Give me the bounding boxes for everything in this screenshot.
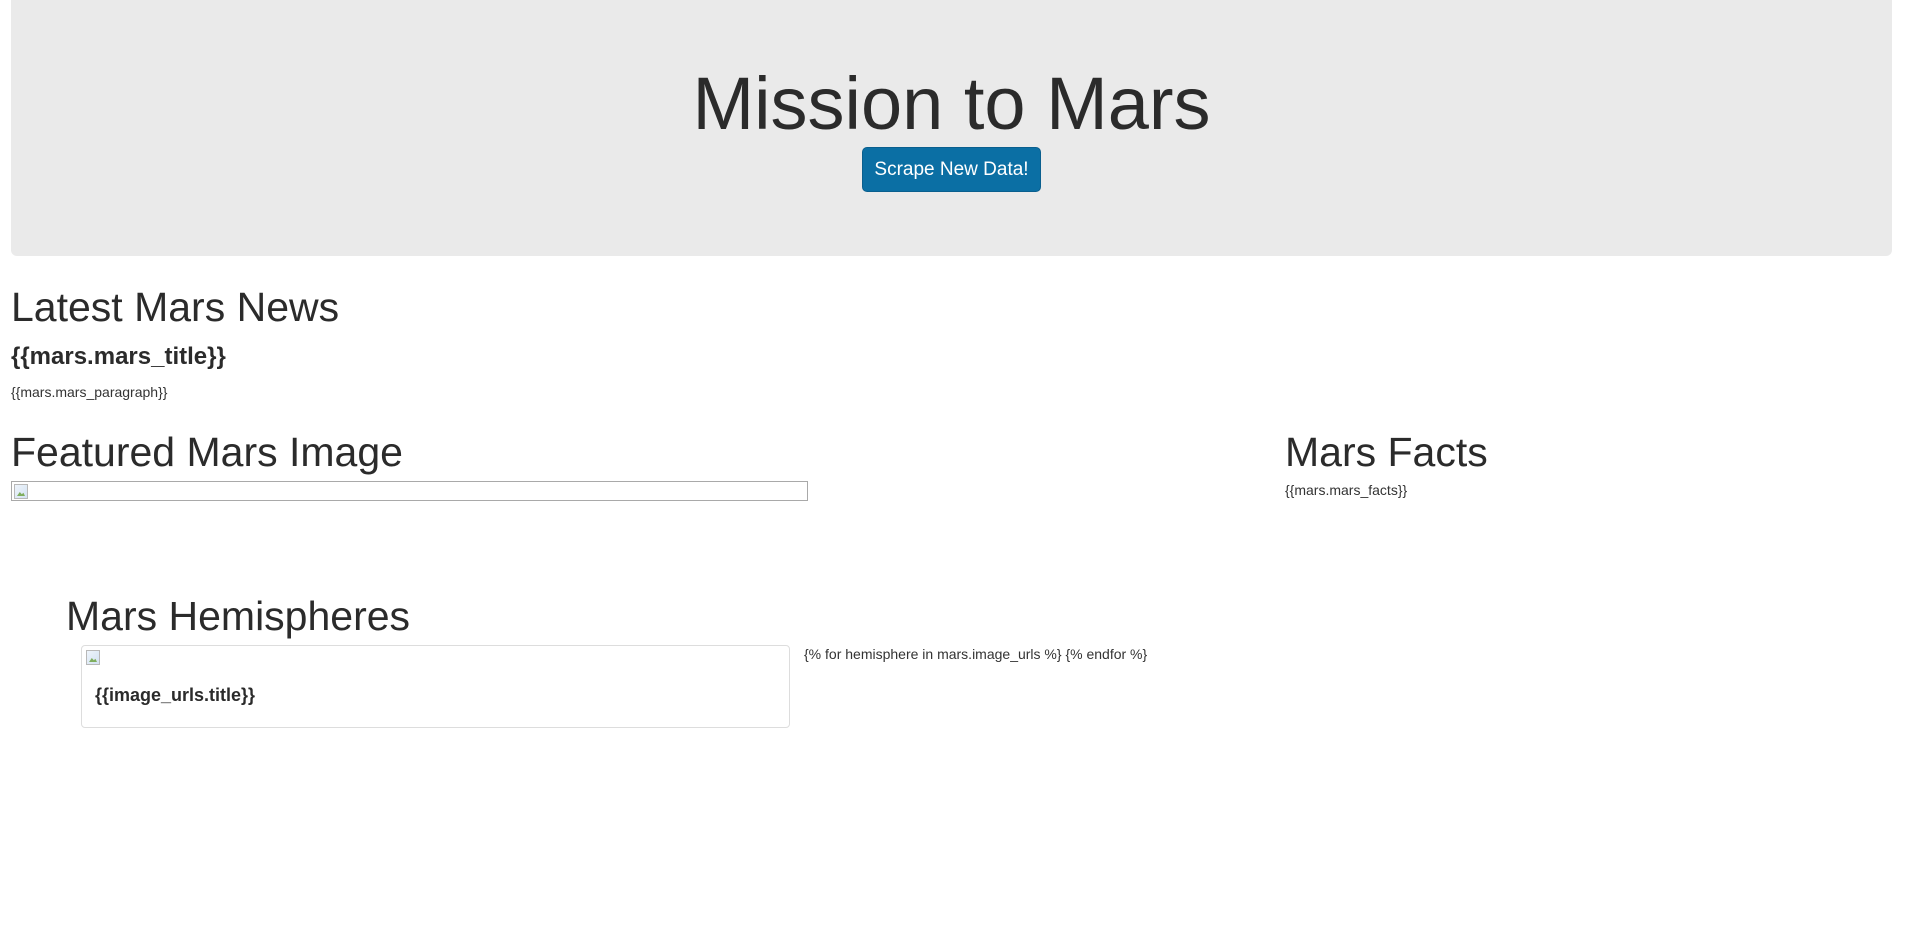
hemisphere-title: {{image_urls.title}} [95,685,256,705]
mars-facts-table: {{mars.mars_facts}} [1285,482,1408,498]
template-loop-text: {% for hemisphere in mars.image_urls %} … [804,646,1148,662]
news-title: {{mars.mars_title}} [11,343,226,370]
scrape-new-data-button[interactable]: Scrape New Data! [862,147,1041,192]
broken-image-icon [14,484,28,499]
hemisphere-image [86,650,104,669]
hemisphere-thumbnail[interactable]: {{image_urls.title}} [81,645,790,728]
page-title: Mission to Mars [692,62,1211,145]
broken-image-icon [86,650,100,665]
latest-news-heading: Latest Mars News [11,284,340,330]
mars-facts-heading: Mars Facts [1285,429,1488,475]
news-paragraph: {{mars.mars_paragraph}} [11,384,168,400]
jumbotron: Mission to Mars Scrape New Data! [11,0,1892,256]
featured-mars-image [11,481,808,501]
hemispheres-heading: Mars Hemispheres [66,593,411,639]
featured-image-heading: Featured Mars Image [11,429,403,475]
